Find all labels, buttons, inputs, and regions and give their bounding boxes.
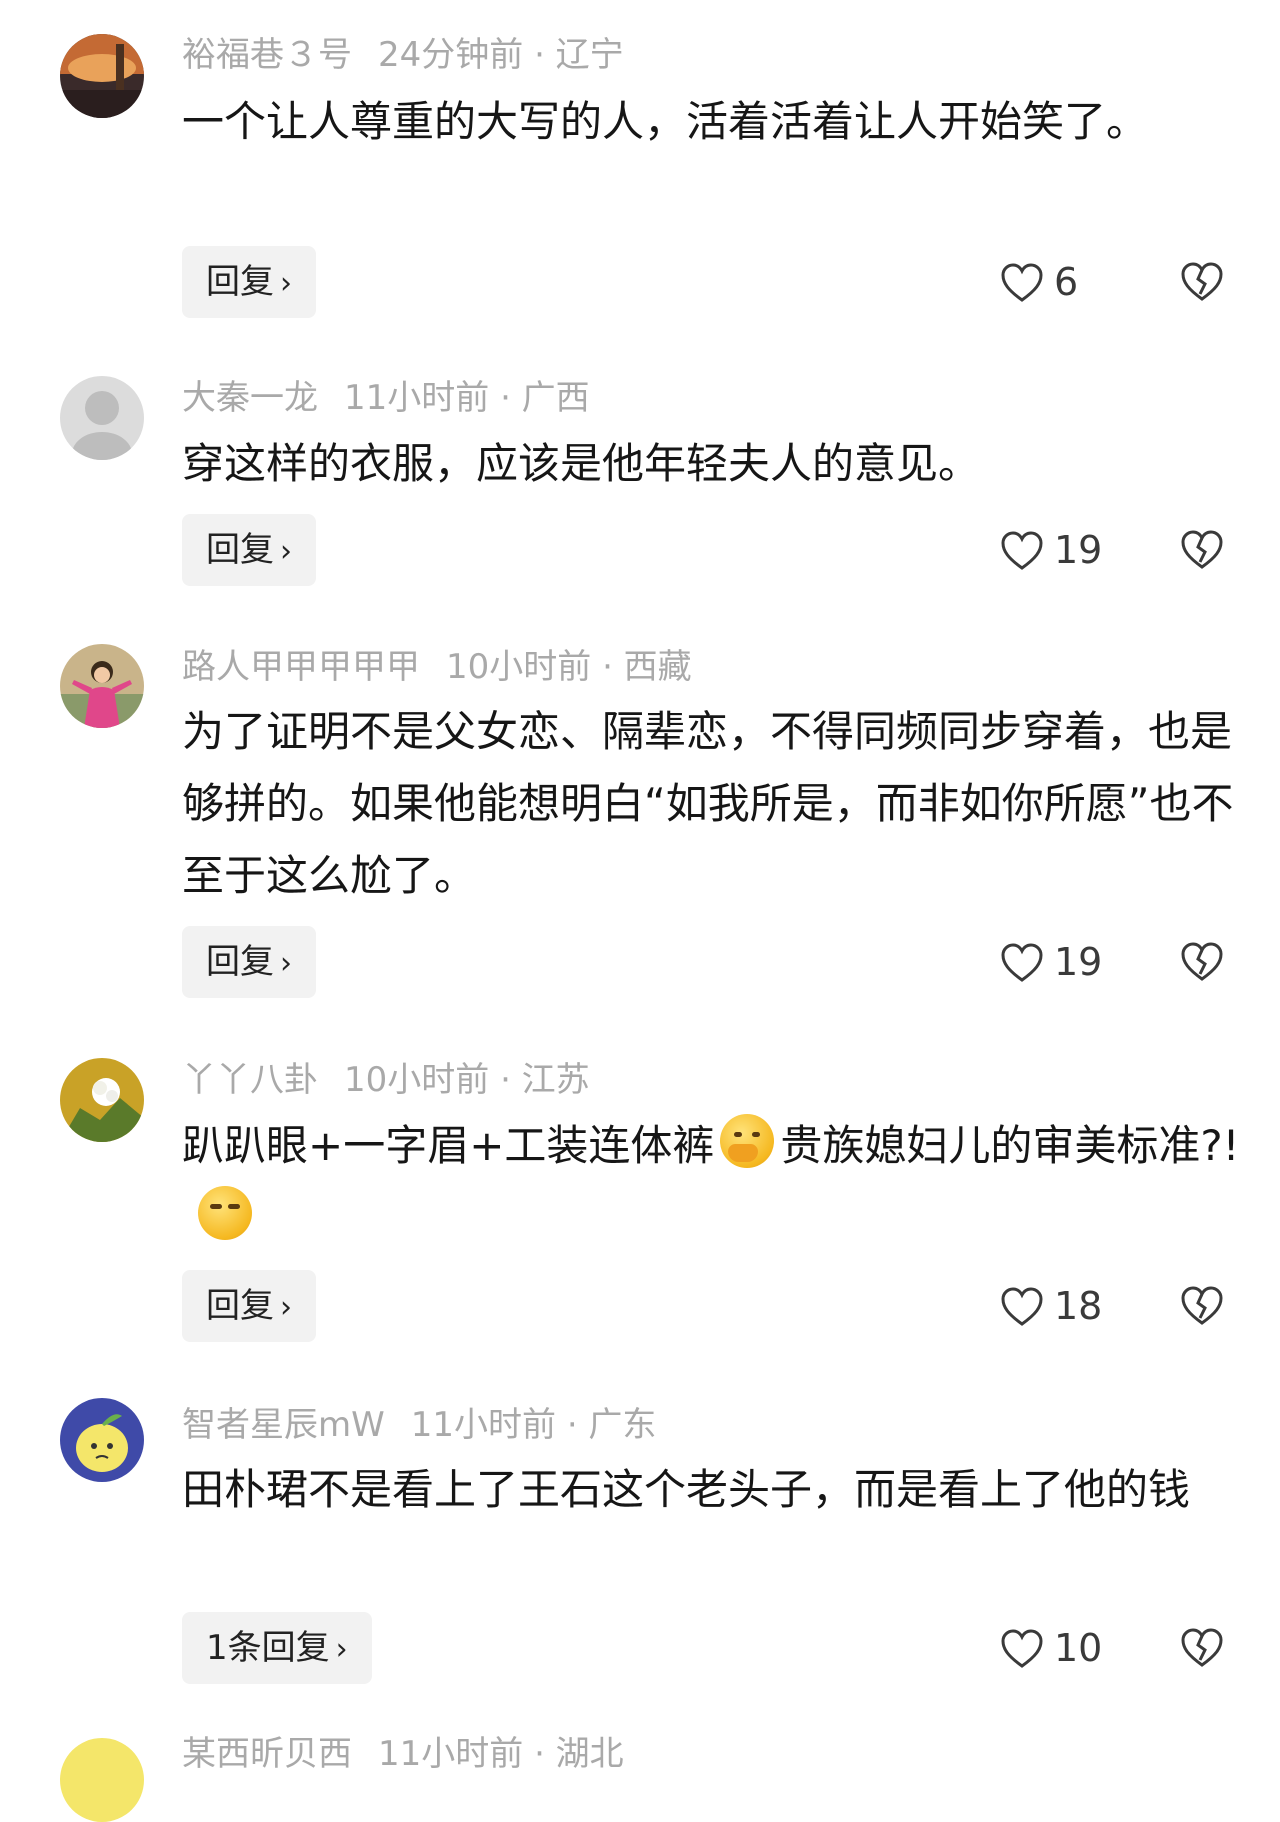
comment-text-part: 贵族媳妇儿的审美标准?! [780,1121,1240,1170]
username[interactable]: 路人甲甲甲甲甲 [182,647,420,687]
dislike-button[interactable] [1180,1270,1224,1342]
username[interactable]: 裕福巷３号 [182,35,352,75]
reply-button[interactable]: 回复 › [182,1270,316,1342]
username[interactable]: 某西昕贝西 [182,1734,352,1774]
dislike-button[interactable] [1180,1612,1224,1684]
username[interactable]: 智者星辰mW [182,1405,385,1445]
like-button[interactable]: 19 [1000,926,1102,998]
like-count: 18 [1054,1284,1103,1328]
reply-button[interactable]: 1条回复 › [182,1612,372,1684]
reply-label: 1条回复 [206,1628,330,1668]
broken-heart-icon [1181,942,1223,981]
broken-heart-icon [1181,530,1223,569]
comment-meta: 智者星辰mW 11小时前 · 广东 [182,1403,656,1447]
reply-label: 回复 [206,262,274,302]
avatar[interactable] [60,34,144,118]
username[interactable]: 丫丫八卦 [182,1060,318,1100]
chevron-right-icon: › [280,1290,292,1325]
heart-icon [1001,1287,1043,1326]
reply-button[interactable]: 回复 › [182,246,316,318]
like-count: 19 [1054,528,1103,572]
comment-time: 10小时前 · 西藏 [446,647,692,687]
comment-meta: 路人甲甲甲甲甲 10小时前 · 西藏 [182,645,692,689]
reply-label: 回复 [206,942,274,982]
avatar[interactable] [60,1398,144,1482]
comment-text-part: 趴趴眼+一字眉+工装连体裤 [182,1121,715,1170]
comment-text: 穿这样的衣服，应该是他年轻夫人的意见。 [182,439,981,488]
like-button[interactable]: 18 [1000,1270,1102,1342]
comment-text: 为了证明不是父女恋、隔辈恋，不得同频同步穿着，也是够拼的。如果他能想明白“如我所… [182,707,1234,900]
chevron-right-icon: › [280,946,292,981]
broken-heart-icon [1181,1628,1223,1667]
like-button[interactable]: 10 [1000,1612,1102,1684]
smirk-emoji-icon [198,1186,252,1240]
username[interactable]: 大秦一龙 [182,378,318,418]
avatar[interactable] [60,1738,144,1822]
chevron-right-icon: › [280,534,292,569]
heart-icon [1001,943,1043,982]
comment-time: 11小时前 · 广东 [410,1405,657,1445]
like-count: 6 [1054,260,1079,304]
comment-meta: 大秦一龙 11小时前 · 广西 [182,376,590,420]
comment-text: 一个让人尊重的大写的人，活着活着让人开始笑了。 [182,97,1149,146]
heart-icon [1001,531,1043,570]
comment-time: 24分钟前 · 辽宁 [378,35,624,75]
heart-icon [1001,1629,1043,1668]
dislike-button[interactable] [1180,246,1224,318]
avatar[interactable] [60,1058,144,1142]
like-count: 10 [1054,1626,1103,1670]
chevron-right-icon: › [335,1632,348,1667]
comment-text: 田朴珺不是看上了王石这个老头子，而是看上了他的钱 [182,1465,1191,1514]
reply-label: 回复 [206,530,274,570]
comment-time: 11小时前 · 湖北 [378,1734,624,1774]
comment-meta: 裕福巷３号 24分钟前 · 辽宁 [182,33,624,77]
dislike-button[interactable] [1180,926,1224,998]
dislike-button[interactable] [1180,514,1224,586]
reply-button[interactable]: 回复 › [182,926,316,998]
reply-button[interactable]: 回复 › [182,514,316,586]
broken-heart-icon [1181,1286,1223,1325]
avatar[interactable] [60,644,144,728]
like-count: 19 [1054,940,1103,984]
chevron-right-icon: › [280,266,292,301]
hand-over-mouth-emoji-icon [720,1114,775,1168]
avatar[interactable] [60,376,144,460]
reply-label: 回复 [206,1286,274,1326]
comment-time: 11小时前 · 广西 [344,378,590,418]
comment-meta: 丫丫八卦 10小时前 · 江苏 [182,1058,590,1102]
comment-meta: 某西昕贝西 11小时前 · 湖北 [182,1732,624,1776]
comment-text: 趴趴眼+一字眉+工装连体裤 贵族媳妇儿的审美标准?! [182,1110,1242,1254]
heart-icon [1001,263,1043,302]
like-button[interactable]: 19 [1000,514,1102,586]
like-button[interactable]: 6 [1000,246,1078,318]
comment-time: 10小时前 · 江苏 [344,1060,590,1100]
broken-heart-icon [1181,262,1223,301]
